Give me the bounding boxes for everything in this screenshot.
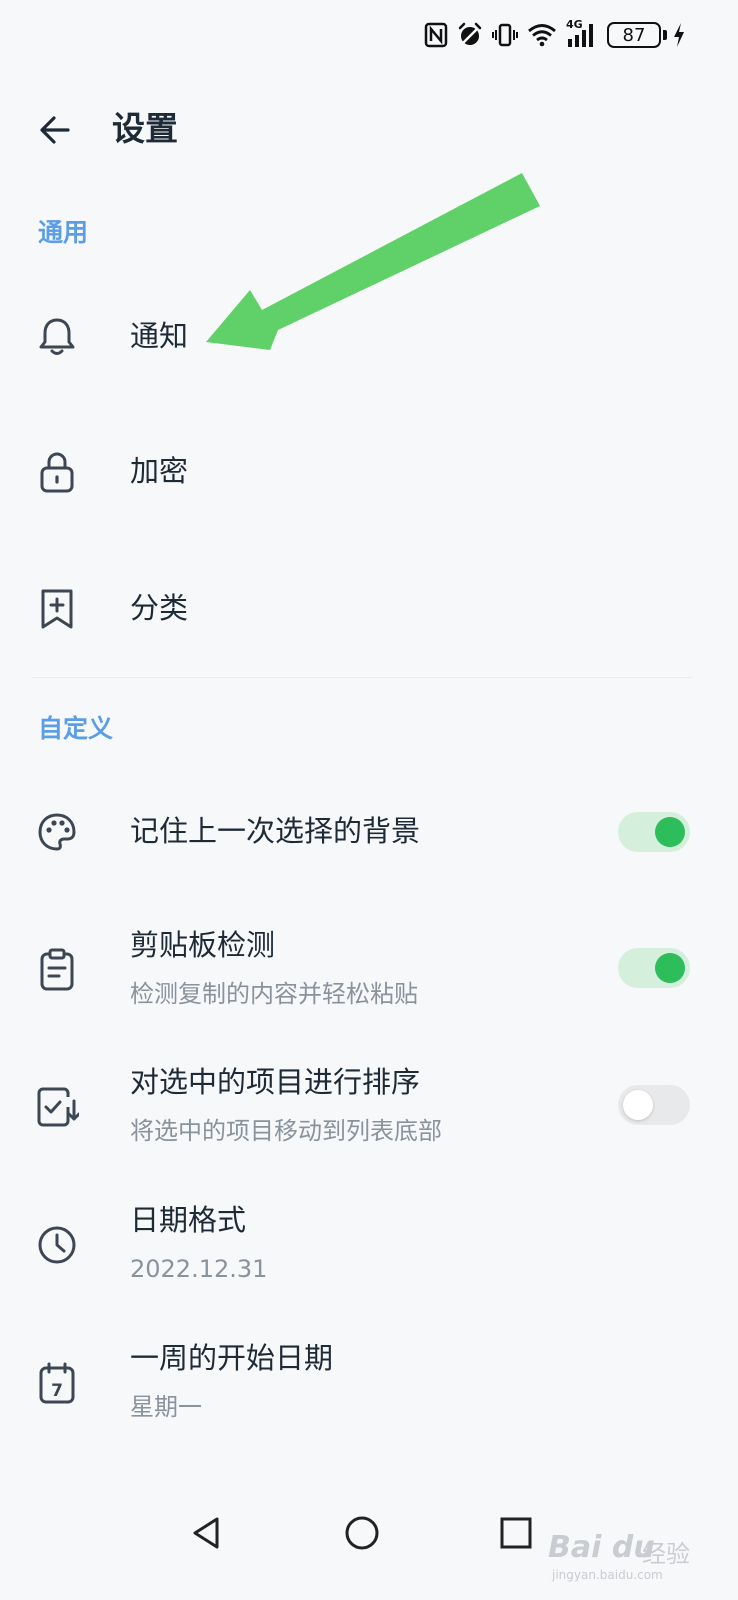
settings-item-sort-checked[interactable]: 对选中的项目进行排序 将选中的项目移动到列表底部: [0, 1052, 738, 1162]
battery-cap: [663, 30, 667, 40]
charging-icon: [672, 22, 686, 48]
settings-item-label: 记住上一次选择的背景: [130, 814, 421, 848]
settings-item-description: 将选中的项目移动到列表底部: [130, 1117, 442, 1145]
palette-icon: [34, 809, 80, 855]
settings-item-label: 对选中的项目进行排序: [130, 1065, 421, 1099]
vibrate-icon: [492, 22, 518, 48]
section-divider: [32, 677, 692, 678]
nav-back-icon[interactable]: [182, 1508, 232, 1558]
wifi-icon: [527, 23, 557, 47]
toggle-knob: [655, 817, 685, 847]
settings-item-value: 星期一: [130, 1393, 202, 1421]
arrow-left-icon: [40, 116, 70, 144]
clock-icon: [34, 1222, 80, 1268]
status-icons: 4G 87: [424, 18, 686, 50]
settings-item-label: 加密: [130, 454, 189, 488]
status-bar: 4G 87: [0, 0, 738, 70]
lock-icon: [34, 449, 80, 495]
settings-item-label: 一周的开始日期: [130, 1341, 334, 1375]
clipboard-detection-toggle[interactable]: [618, 948, 690, 988]
toggle-knob: [655, 953, 685, 983]
battery-level: 87: [607, 22, 661, 48]
page-title: 设置: [112, 109, 178, 148]
signal-icon: 4G: [566, 18, 598, 49]
back-button[interactable]: [34, 109, 76, 151]
clipboard-icon: [34, 947, 80, 993]
watermark-text: 经验: [642, 1540, 690, 1568]
watermark-url: jingyan.baidu.com: [552, 1568, 663, 1582]
settings-item-value: 2022.12.31: [130, 1255, 268, 1283]
nav-recents-icon[interactable]: [491, 1508, 541, 1558]
bookmark-plus-icon: [34, 586, 80, 632]
section-header-general: 通用: [38, 218, 89, 247]
toggle-knob: [623, 1090, 653, 1120]
battery-icon: 87: [607, 22, 667, 48]
settings-item-label: 通知: [130, 319, 189, 353]
baidu-jingyan-watermark: Bai du 经验 jingyan.baidu.com: [548, 1520, 698, 1590]
alarm-icon: [457, 22, 483, 48]
section-header-custom: 自定义: [38, 714, 114, 743]
nfc-icon: [424, 22, 448, 48]
settings-item-description: 检测复制的内容并轻松粘贴: [130, 980, 418, 1008]
settings-item-label: 分类: [130, 591, 189, 625]
settings-item-clipboard-detection[interactable]: 剪贴板检测 检测复制的内容并轻松粘贴: [0, 915, 738, 1025]
watermark-logo: Bai du: [548, 1530, 655, 1565]
settings-item-date-format[interactable]: 日期格式 2022.12.31: [0, 1190, 738, 1300]
sort-checked-toggle[interactable]: [618, 1085, 690, 1125]
settings-item-label: 日期格式: [130, 1203, 247, 1237]
settings-item-categories[interactable]: 分类: [0, 562, 738, 662]
settings-item-notifications[interactable]: 通知: [0, 290, 738, 390]
app-bar: 设置: [0, 95, 738, 165]
checklist-sort-icon: [34, 1084, 80, 1130]
calendar-icon-number: 7: [51, 1381, 63, 1401]
settings-item-encryption[interactable]: 加密: [0, 425, 738, 525]
settings-item-label: 剪贴板检测: [130, 928, 276, 962]
nav-home-icon[interactable]: [337, 1508, 387, 1558]
settings-item-week-start[interactable]: 7 一周的开始日期 星期一: [0, 1328, 738, 1438]
settings-item-remember-background[interactable]: 记住上一次选择的背景: [0, 785, 738, 880]
calendar-icon: 7: [34, 1360, 80, 1406]
remember-background-toggle[interactable]: [618, 812, 690, 852]
bell-icon: [34, 314, 80, 360]
